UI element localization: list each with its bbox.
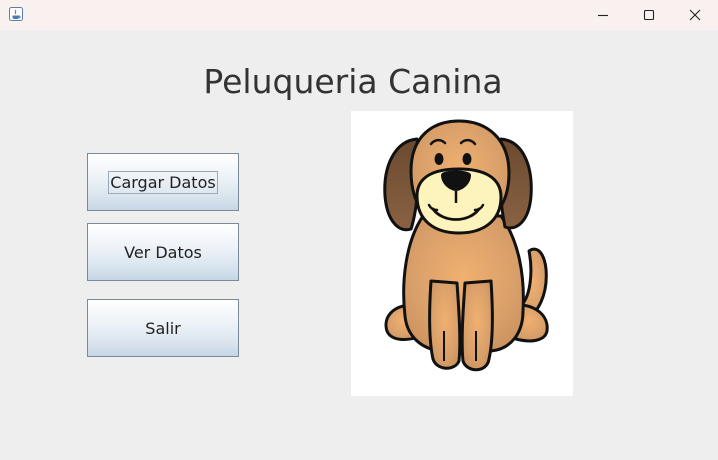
ver-datos-button[interactable]: Ver Datos: [87, 223, 239, 281]
cargar-datos-label: Cargar Datos: [108, 170, 218, 194]
salir-button[interactable]: Salir: [87, 299, 239, 357]
cargar-datos-button[interactable]: Cargar Datos: [87, 153, 239, 211]
close-button[interactable]: [672, 0, 718, 30]
page-title: Peluqueria Canina: [203, 62, 503, 101]
maximize-icon: [643, 9, 655, 21]
close-icon: [689, 9, 701, 21]
dog-image-panel: [351, 111, 573, 396]
title-bar[interactable]: [0, 0, 718, 30]
dog-illustration: [383, 119, 549, 372]
app-window: Peluqueria Canina Cargar Datos Ver Datos…: [0, 0, 718, 460]
java-app-icon: [9, 7, 23, 21]
minimize-icon: [598, 14, 608, 17]
maximize-button[interactable]: [626, 0, 672, 30]
ver-datos-label: Ver Datos: [124, 242, 202, 262]
salir-label: Salir: [145, 318, 181, 338]
minimize-button[interactable]: [580, 0, 626, 30]
